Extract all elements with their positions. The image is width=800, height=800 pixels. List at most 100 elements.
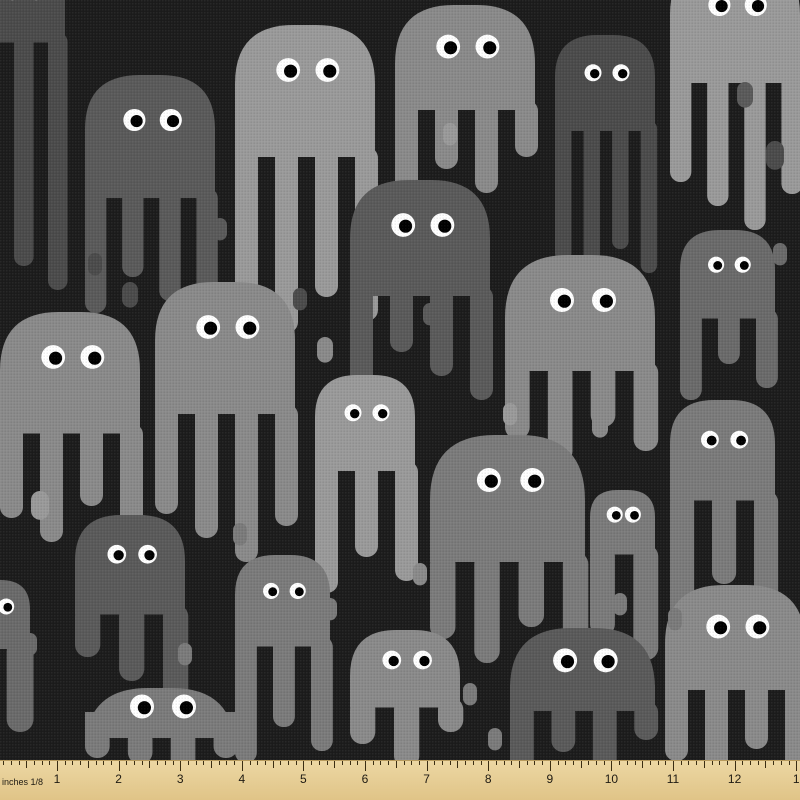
ruler-tick (442, 761, 443, 765)
ruler-tick (272, 761, 274, 768)
ruler-tick (418, 761, 420, 765)
ruler-tick (134, 761, 135, 765)
ruler-tick (596, 761, 597, 765)
ruler-tick (503, 761, 505, 765)
ruler-tick (380, 761, 382, 765)
ruler-tick (711, 761, 713, 765)
ruler-tick (696, 761, 698, 765)
ruler-tick (195, 761, 197, 765)
ruler-tick (557, 761, 559, 765)
ruler-tick (80, 761, 82, 765)
ruler-tick (303, 761, 305, 771)
ruler-tick (757, 761, 759, 765)
ruler-tick (64, 761, 66, 765)
ruler-tick (141, 761, 143, 765)
ruler-tick (41, 761, 43, 765)
ruler-tick (519, 761, 520, 768)
ruler-tick (388, 761, 390, 765)
ruler-tick (526, 761, 528, 765)
ruler-tick (549, 761, 551, 771)
ruler-tick (180, 761, 182, 771)
ruler-unit-label: inches 1/8 (2, 777, 44, 787)
ruler-tick (449, 761, 451, 765)
ruler-tick (488, 761, 490, 771)
ruler-tick (403, 761, 405, 765)
ruler-number: 2 (115, 772, 122, 786)
ruler-tick (3, 761, 5, 765)
ruler-tick (665, 761, 667, 765)
ruler-tick (249, 761, 251, 765)
ruler-tick (295, 761, 297, 765)
ruler-tick (426, 761, 428, 771)
ruler-tick (688, 761, 690, 765)
ruler-tick (264, 761, 266, 765)
ruler-number: 3 (176, 772, 184, 786)
ruler-tick (357, 761, 359, 765)
ruler-number: 8 (484, 772, 492, 786)
ruler-number: 4 (238, 772, 246, 786)
ruler-tick (726, 761, 728, 765)
ruler-tick (57, 761, 58, 771)
ruler-tick (434, 761, 436, 765)
ruler-tick (788, 761, 790, 765)
ruler-tick (395, 761, 397, 768)
ruler-tick (542, 761, 544, 765)
ruler-tick (465, 761, 467, 765)
ruler-tick (26, 761, 28, 768)
ruler-tick (642, 761, 644, 768)
ruler-tick (603, 761, 605, 765)
ruler-tick (257, 761, 259, 765)
ruler-tick (149, 761, 151, 768)
ruler-number: 12 (727, 772, 742, 786)
ruler-tick (480, 761, 482, 765)
ruler-tick (318, 761, 320, 765)
ruler-tick (626, 761, 628, 765)
ruler-tick (511, 761, 513, 765)
ruler-tick (457, 761, 459, 768)
ruler-tick (349, 761, 351, 765)
ruler-tick (103, 761, 105, 765)
ruler-tick (572, 761, 574, 765)
ruler-number: 7 (423, 772, 430, 786)
ruler-tick (72, 761, 74, 765)
ruler-tick (657, 761, 659, 765)
ruler-tick (796, 761, 798, 771)
ruler-number: 10 (604, 772, 619, 786)
ruler-tick (87, 761, 89, 768)
ruler-tick (164, 761, 166, 765)
fabric-pattern (0, 0, 800, 800)
ruler-tick (95, 761, 97, 765)
ruler-tick (311, 761, 313, 765)
ruler-tick (326, 761, 328, 765)
ruler-tick (172, 761, 174, 765)
ruler-tick (472, 761, 474, 765)
ruler-tick (126, 761, 128, 765)
ruler-tick (288, 761, 289, 765)
ruler-tick (226, 761, 228, 765)
ruler-number: 5 (300, 772, 307, 786)
ruler-tick (280, 761, 282, 765)
ruler-number: 11 (666, 772, 680, 786)
ruler-tick (534, 761, 536, 765)
ruler-tick (211, 761, 212, 768)
ruler-tick (580, 761, 582, 768)
ruler-tick (765, 761, 767, 768)
ruler-tick (680, 761, 682, 765)
ruler-tick (780, 761, 782, 765)
measuring-ruler: inches 1/8 1 2 3 4 5 6 7 8 9 10 11 12 1 (0, 760, 800, 800)
ruler-tick (110, 761, 112, 765)
ruler-tick (334, 761, 336, 768)
ruler-tick (495, 761, 497, 765)
ruler-number: 6 (361, 772, 369, 786)
ruler-tick (649, 761, 651, 765)
ruler-tick (341, 761, 343, 765)
ruler-number: 1 (792, 772, 800, 786)
ruler-tick (611, 761, 613, 771)
ruler-tick (565, 761, 567, 765)
ruler-tick (203, 761, 205, 765)
ruler-tick (33, 761, 35, 765)
ruler-tick (234, 761, 236, 765)
ruler-tick (18, 761, 20, 765)
ruler-tick (750, 761, 751, 765)
ruler-tick (365, 761, 366, 771)
